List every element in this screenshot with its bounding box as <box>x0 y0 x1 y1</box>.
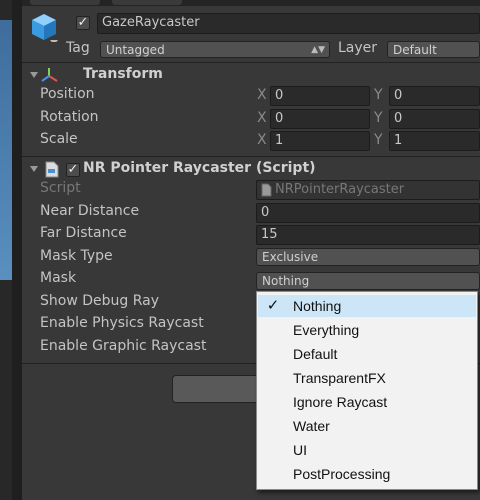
foldout-arrow-icon[interactable] <box>30 166 38 172</box>
component-title[interactable]: NR Pointer Raycaster (Script) <box>83 160 316 176</box>
option-label: Water <box>293 418 330 434</box>
mask-label: Mask <box>40 270 77 286</box>
gameobject-cube-icon <box>32 14 58 42</box>
layer-label: Layer <box>338 40 378 56</box>
updown-arrows-icon: ▲▼ <box>311 45 325 55</box>
mask-type-value: Exclusive <box>262 250 319 264</box>
mask-type-label: Mask Type <box>40 248 113 264</box>
object-name-field[interactable]: GazeRaycaster <box>97 13 480 34</box>
enable-physics-raycast-label: Enable Physics Raycast <box>40 315 204 331</box>
checkmark-icon: ✓ <box>266 297 280 314</box>
position-y-field[interactable]: 0 <box>389 86 480 106</box>
axis-y-label[interactable]: Y <box>374 110 383 126</box>
option-label: PostProcessing <box>293 466 391 482</box>
rotation-x-field[interactable]: 0 <box>270 109 370 129</box>
option-label: Everything <box>293 322 360 338</box>
mask-option-everything[interactable]: Everything <box>258 319 476 341</box>
option-label: Default <box>293 346 338 362</box>
mask-dropdown[interactable]: Nothing <box>256 272 480 290</box>
script-asset-icon <box>261 183 272 197</box>
axis-y-label[interactable]: Y <box>374 132 383 148</box>
panel-divider[interactable] <box>12 0 22 500</box>
layer-value: Default <box>393 43 437 57</box>
active-checkbox[interactable]: ✓ <box>76 16 90 30</box>
tag-label: Tag <box>66 40 90 56</box>
mask-option-ui[interactable]: UI <box>258 439 476 461</box>
axis-x-label[interactable]: X <box>257 132 267 148</box>
script-file-icon <box>45 161 59 178</box>
show-debug-ray-label: Show Debug Ray <box>40 293 159 309</box>
scene-view-edge <box>0 0 22 500</box>
option-label: TransparentFX <box>293 370 386 386</box>
near-distance-label: Near Distance <box>40 203 140 219</box>
axis-x-label[interactable]: X <box>257 87 267 103</box>
mask-option-transparentfx[interactable]: TransparentFX <box>258 367 476 389</box>
separator <box>22 62 480 63</box>
script-value: NRPointerRaycaster <box>275 182 405 197</box>
separator <box>22 156 480 157</box>
axis-y-label[interactable]: Y <box>374 87 383 103</box>
layer-dropdown[interactable]: Default <box>387 41 480 58</box>
mask-dropdown-menu: ✓ Nothing Everything Default Transparent… <box>256 291 478 490</box>
enable-graphic-raycast-label: Enable Graphic Raycast <box>40 338 207 354</box>
axis-x-label[interactable]: X <box>257 110 267 126</box>
tab-inspector[interactable] <box>112 0 182 5</box>
scale-label: Scale <box>40 131 78 147</box>
transform-axes-icon <box>41 68 58 82</box>
tab-hierarchy[interactable] <box>30 0 100 5</box>
rotation-y-field[interactable]: 0 <box>389 109 480 129</box>
mask-option-default[interactable]: Default <box>258 343 476 365</box>
position-x-field[interactable]: 0 <box>270 86 370 106</box>
mask-option-ignore-raycast[interactable]: Ignore Raycast <box>258 391 476 413</box>
rotation-label: Rotation <box>40 109 99 125</box>
option-label: Ignore Raycast <box>293 394 388 410</box>
scale-x-field[interactable]: 1 <box>270 131 370 151</box>
mask-value: Nothing <box>262 274 310 288</box>
far-distance-label: Far Distance <box>40 225 127 241</box>
mask-option-water[interactable]: Water <box>258 415 476 437</box>
position-label: Position <box>40 86 95 102</box>
scene-sky <box>0 20 12 280</box>
mask-type-dropdown[interactable]: Exclusive <box>256 248 480 266</box>
mask-option-postprocessing[interactable]: PostProcessing <box>258 463 476 485</box>
near-distance-field[interactable]: 0 <box>256 203 480 223</box>
mask-option-nothing[interactable]: ✓ Nothing <box>258 295 476 317</box>
scale-y-field[interactable]: 1 <box>389 131 480 151</box>
script-field: NRPointerRaycaster <box>256 180 480 200</box>
foldout-arrow-icon[interactable] <box>30 72 38 78</box>
tag-dropdown[interactable]: Untagged ▲▼ <box>100 41 330 58</box>
component-enabled-checkbox[interactable]: ✓ <box>66 163 80 177</box>
far-distance-field[interactable]: 15 <box>256 225 480 245</box>
transform-title[interactable]: Transform <box>83 66 163 82</box>
tag-value: Untagged <box>106 43 165 57</box>
option-label: Nothing <box>293 298 342 314</box>
script-label: Script <box>40 180 81 196</box>
option-label: UI <box>293 442 307 458</box>
